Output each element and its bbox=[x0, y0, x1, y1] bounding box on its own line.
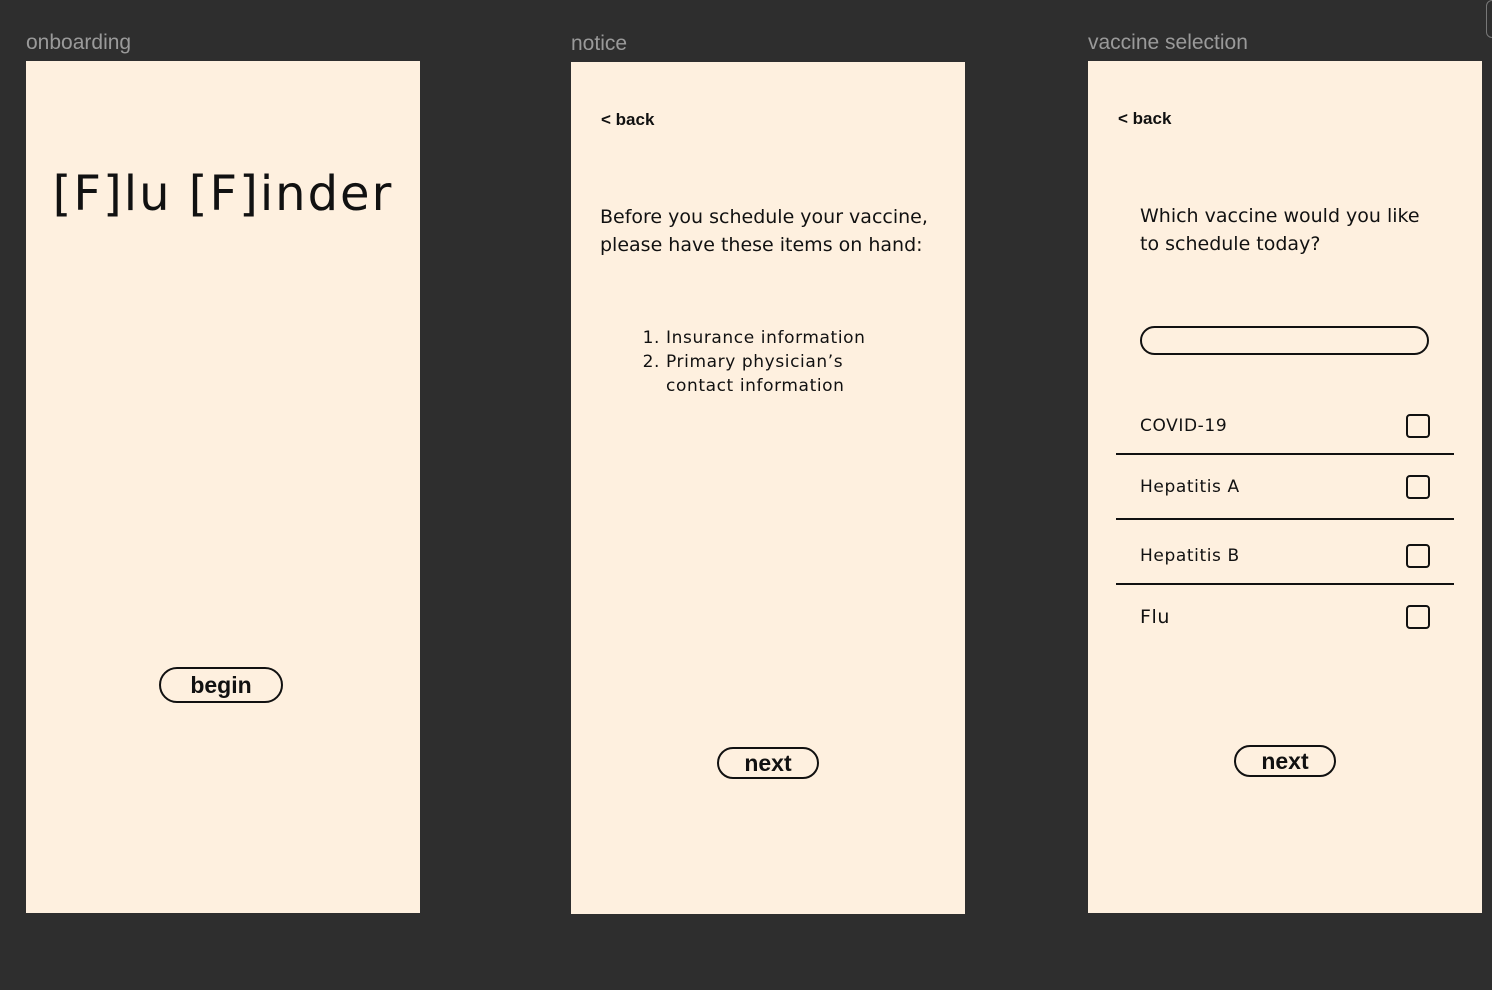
back-link[interactable]: < back bbox=[1118, 109, 1171, 129]
vaccine-heading: Which vaccine would you like to schedule… bbox=[1140, 202, 1420, 258]
begin-button[interactable]: begin bbox=[159, 667, 283, 703]
frame-label-vaccine-selection: vaccine selection bbox=[1088, 31, 1248, 54]
list-item-text: Insurance information bbox=[666, 328, 866, 348]
frame-label-notice: notice bbox=[571, 32, 628, 55]
list-item-number: 2. bbox=[642, 352, 660, 372]
vaccine-option-label: Flu bbox=[1140, 606, 1171, 628]
vaccine-option-label: Hepatitis A bbox=[1140, 477, 1240, 497]
notice-heading-line: Before you schedule your vaccine, bbox=[600, 206, 928, 228]
list-item: 1. Insurance information bbox=[641, 326, 866, 350]
checkbox[interactable] bbox=[1406, 544, 1430, 568]
back-link[interactable]: < back bbox=[601, 110, 654, 130]
vaccine-option-flu[interactable]: Flu bbox=[1116, 585, 1454, 649]
next-button[interactable]: next bbox=[1234, 745, 1336, 777]
list-item-number bbox=[641, 374, 660, 398]
vaccine-heading-line: to schedule today? bbox=[1140, 233, 1321, 255]
vaccine-option-hepatitis-b[interactable]: Hepatitis B bbox=[1116, 524, 1454, 588]
list-item: 2. Primary physician’s bbox=[641, 350, 866, 374]
vaccine-option-covid[interactable]: COVID-19 bbox=[1116, 394, 1454, 458]
list-item-text: Primary physician’s bbox=[666, 352, 844, 372]
list-item: contact information bbox=[641, 374, 866, 398]
list-item-number: 1. bbox=[642, 328, 660, 348]
vaccine-selection-screen: < back Which vaccine would you like to s… bbox=[1088, 61, 1482, 913]
corner-scroll-mark bbox=[1486, 0, 1492, 38]
vaccine-option-hepatitis-a[interactable]: Hepatitis A bbox=[1116, 455, 1454, 519]
frame-label-onboarding: onboarding bbox=[26, 31, 132, 54]
divider bbox=[1116, 518, 1454, 520]
notice-heading: Before you schedule your vaccine, please… bbox=[600, 203, 928, 259]
app-title: [F]lu [F]inder bbox=[52, 166, 394, 222]
vaccine-option-label: Hepatitis B bbox=[1140, 546, 1240, 566]
required-items-list: 1. Insurance information 2. Primary physic… bbox=[641, 326, 866, 398]
notice-screen: < back Before you schedule your vaccine,… bbox=[571, 62, 965, 914]
onboarding-screen: [F]lu [F]inder begin bbox=[26, 61, 420, 913]
vaccine-option-label: COVID-19 bbox=[1140, 416, 1228, 436]
checkbox[interactable] bbox=[1406, 605, 1430, 629]
next-button[interactable]: next bbox=[717, 747, 819, 779]
checkbox[interactable] bbox=[1406, 475, 1430, 499]
vaccine-search-input[interactable] bbox=[1140, 326, 1429, 355]
notice-heading-line: please have these items on hand: bbox=[600, 234, 923, 256]
checkbox[interactable] bbox=[1406, 414, 1430, 438]
vaccine-heading-line: Which vaccine would you like bbox=[1140, 205, 1420, 227]
list-item-text: contact information bbox=[666, 376, 845, 396]
